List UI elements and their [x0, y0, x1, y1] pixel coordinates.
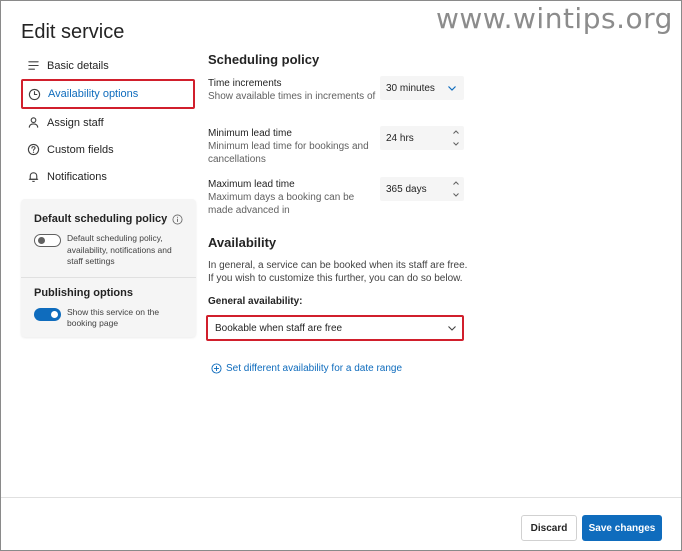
nav-item-label: Notifications — [47, 170, 107, 183]
general-availability-value: Bookable when staff are free — [215, 322, 343, 334]
availability-heading: Availability — [208, 235, 277, 250]
nav-item-label: Basic details — [47, 59, 109, 72]
stepper-arrows[interactable] — [452, 180, 460, 198]
default-policy-toggle[interactable] — [34, 234, 61, 247]
max-lead-stepper[interactable]: 365 days — [380, 177, 464, 201]
default-policy-title-row: Default scheduling policy — [34, 213, 184, 225]
min-lead-label: Minimum lead time — [208, 128, 292, 139]
question-icon — [26, 143, 40, 157]
sidebar-nav: Basic details Availability options Assig… — [21, 52, 195, 190]
list-icon — [26, 59, 40, 73]
nav-item-availability-options[interactable]: Availability options — [21, 79, 195, 109]
nav-item-assign-staff[interactable]: Assign staff — [21, 109, 195, 136]
time-increments-value: 30 minutes — [386, 82, 435, 94]
bell-icon — [26, 170, 40, 184]
date-range-link[interactable]: Set different availability for a date ra… — [211, 363, 402, 374]
scheduling-heading: Scheduling policy — [208, 52, 320, 67]
nav-item-custom-fields[interactable]: Custom fields — [21, 136, 195, 163]
default-policy-title: Default scheduling policy — [34, 213, 168, 225]
general-availability-label: General availability: — [208, 296, 303, 307]
nav-item-label: Custom fields — [47, 143, 114, 156]
time-increments-desc: Show available times in increments of — [208, 91, 376, 102]
footer-divider — [1, 497, 681, 498]
publishing-title: Publishing options — [34, 286, 133, 299]
max-lead-value: 365 days — [386, 183, 427, 195]
default-policy-desc: Default scheduling policy, availability,… — [67, 233, 172, 266]
chevron-down-icon — [448, 86, 456, 91]
toggle-knob — [51, 310, 58, 318]
nav-item-basic-details[interactable]: Basic details — [21, 52, 195, 79]
max-lead-desc: Maximum days a booking can be made advan… — [208, 192, 355, 216]
max-lead-label: Maximum lead time — [208, 179, 295, 190]
clock-icon — [27, 87, 41, 101]
chevron-down-icon[interactable] — [452, 141, 460, 147]
save-changes-button[interactable]: Save changes — [582, 515, 662, 541]
chevron-up-icon[interactable] — [452, 129, 460, 135]
min-lead-value: 24 hrs — [386, 132, 414, 144]
min-lead-stepper[interactable]: 24 hrs — [380, 126, 464, 150]
min-lead-desc: Minimum lead time for bookings and cance… — [208, 141, 369, 165]
time-increments-label: Time increments — [208, 78, 282, 89]
policy-card: Default scheduling policy Default schedu… — [21, 199, 196, 337]
stepper-arrows[interactable] — [452, 129, 460, 147]
general-availability-select[interactable]: Bookable when staff are free — [206, 315, 464, 341]
time-increments-dropdown[interactable]: 30 minutes — [380, 76, 464, 100]
publishing-desc: Show this service on the booking page — [67, 306, 160, 329]
availability-desc: In general, a service can be booked when… — [208, 260, 468, 284]
info-icon[interactable] — [172, 214, 183, 225]
toggle-knob — [38, 237, 45, 244]
person-icon — [26, 116, 40, 130]
chevron-down-icon — [448, 326, 456, 331]
add-circle-icon — [211, 363, 222, 374]
discard-button[interactable]: Discard — [521, 515, 577, 541]
nav-item-label: Availability options — [48, 88, 139, 100]
nav-item-notifications[interactable]: Notifications — [21, 163, 195, 190]
watermark: www.wintips.org — [436, 2, 673, 35]
chevron-up-icon[interactable] — [452, 180, 460, 186]
page-title: Edit service — [21, 21, 125, 43]
chevron-down-icon[interactable] — [452, 192, 460, 198]
default-policy-section: Default scheduling policy Default schedu… — [21, 199, 196, 268]
publishing-section: Publishing options Show this service on … — [21, 278, 196, 330]
date-range-link-label: Set different availability for a date ra… — [226, 363, 403, 374]
nav-item-label: Assign staff — [47, 116, 104, 129]
publishing-toggle[interactable] — [34, 307, 61, 321]
